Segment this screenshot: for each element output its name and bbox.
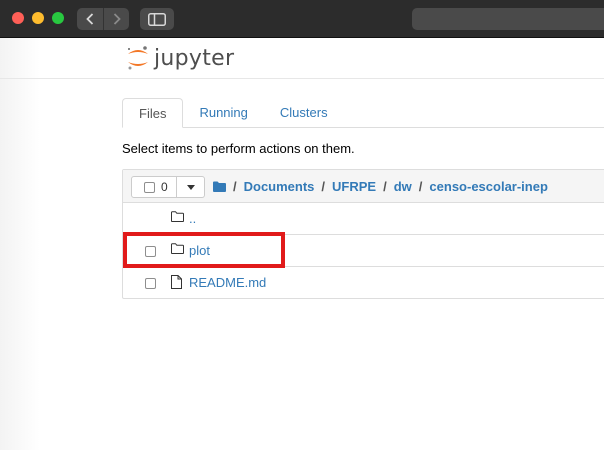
file-icon	[171, 275, 182, 289]
breadcrumb-dw[interactable]: dw	[394, 179, 412, 194]
highlight-annotation-box	[123, 232, 285, 268]
list-item-name[interactable]: ..	[189, 211, 196, 226]
list-item-readme[interactable]: README.md	[123, 267, 604, 299]
selected-count: 0	[161, 180, 168, 194]
breadcrumb-documents[interactable]: Documents	[244, 179, 315, 194]
breadcrumb-separator: /	[418, 179, 423, 194]
list-item-parent-folder[interactable]: ..	[123, 203, 604, 235]
breadcrumb-separator: /	[383, 179, 387, 194]
back-button[interactable]	[77, 8, 103, 30]
sidebar-toggle-button[interactable]	[140, 8, 174, 30]
row-checkbox[interactable]	[145, 278, 156, 289]
sidebar-icon	[148, 12, 166, 26]
tab-bar: Files Running Clusters	[122, 98, 344, 128]
tab-files[interactable]: Files	[122, 98, 184, 128]
select-all-box[interactable]: 0	[131, 176, 177, 198]
minimize-window-button[interactable]	[32, 12, 44, 24]
left-edge-shadow	[0, 38, 40, 450]
address-bar[interactable]	[412, 8, 604, 30]
select-all-control: 0	[131, 176, 205, 198]
breadcrumb: / Documents / UFRPE / dw / censo-escolar…	[213, 179, 548, 194]
jupyter-orbit-icon	[128, 46, 148, 70]
file-list-header: 0 / Documents / UFRPE / dw / censo-escol…	[123, 170, 604, 203]
back-chevron-icon	[86, 13, 94, 25]
tab-clusters[interactable]: Clusters	[264, 98, 344, 128]
breadcrumb-separator: /	[233, 179, 237, 194]
folder-outline-icon	[171, 211, 184, 222]
zoom-window-button[interactable]	[52, 12, 64, 24]
breadcrumb-ufrpe[interactable]: UFRPE	[332, 179, 376, 194]
folder-icon[interactable]	[213, 181, 226, 192]
close-window-button[interactable]	[12, 12, 24, 24]
caret-down-icon	[186, 184, 195, 190]
jupyter-header: jupyter	[0, 38, 604, 79]
history-navigation	[77, 8, 129, 30]
select-menu-dropdown[interactable]	[177, 176, 205, 198]
breadcrumb-separator: /	[321, 179, 326, 194]
jupyter-logo[interactable]: jupyter	[126, 44, 234, 72]
breadcrumb-censo-escolar-inep[interactable]: censo-escolar-inep	[429, 179, 548, 194]
select-all-checkbox[interactable]	[144, 181, 155, 193]
jupyter-logo-text: jupyter	[154, 45, 235, 71]
window-titlebar	[0, 0, 604, 38]
list-item-name[interactable]: README.md	[189, 275, 266, 290]
selection-hint: Select items to perform actions on them.	[122, 141, 355, 156]
forward-button[interactable]	[103, 8, 129, 30]
forward-chevron-icon	[113, 13, 121, 25]
tab-running[interactable]: Running	[183, 98, 263, 128]
